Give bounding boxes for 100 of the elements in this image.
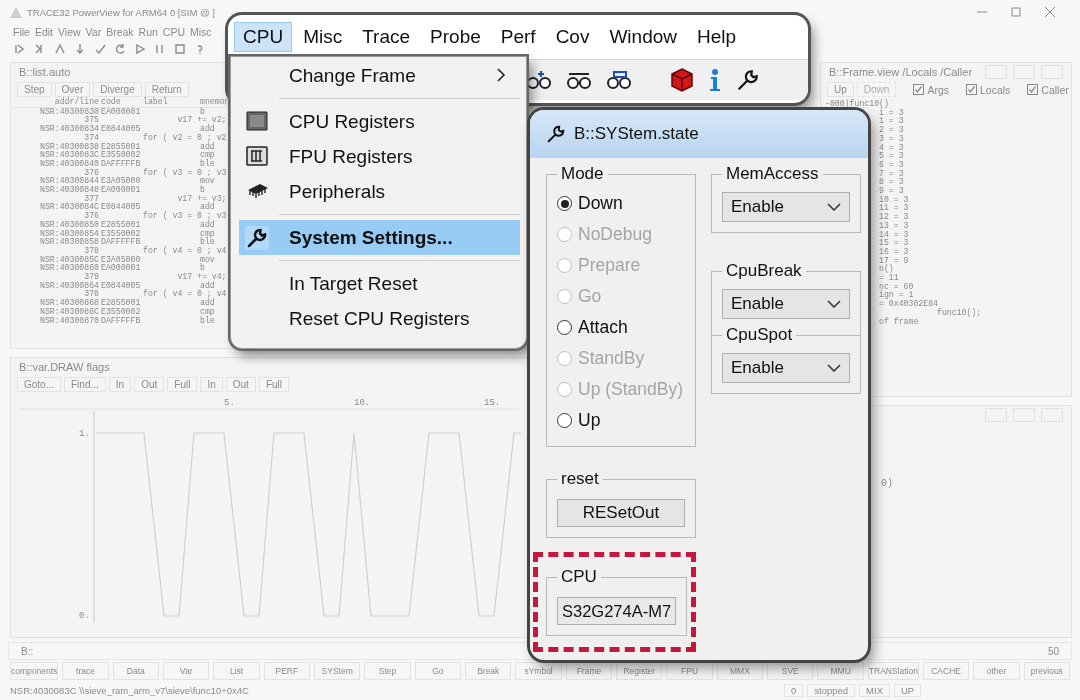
menu-item[interactable]: Window [600,22,686,52]
toolbar-icon[interactable] [94,43,106,55]
menu-item[interactable]: Run [138,26,158,38]
toolbar-icon[interactable] [134,43,146,55]
code-cell-text: E2855001 [101,142,141,151]
menu-item[interactable]: Trace [353,22,420,52]
menu-item[interactable]: System Settings... [239,220,520,255]
toolbar-icon[interactable] [14,43,26,55]
maximize-icon[interactable] [1011,7,1021,17]
toolbar-button[interactable]: Find... [64,377,106,392]
softkey[interactable]: TRANSlation [867,662,919,680]
radio-circle[interactable] [557,320,572,335]
toolbar-button[interactable]: Out [134,377,165,392]
frame-line: n() [879,265,894,274]
menu-item[interactable]: Break [106,26,134,38]
menu-item[interactable]: Cov [546,22,599,52]
toolbar-button[interactable]: Return [144,82,189,97]
window-title: B::list.auto [19,66,71,78]
code-cell-text: E3A05000 [101,255,141,264]
checkbox[interactable] [965,84,977,95]
softkey[interactable]: Data [112,662,159,680]
info-icon[interactable] [708,68,722,92]
menu-item[interactable]: In Target Reset [239,266,520,301]
dropdown[interactable]: Enable [722,289,850,319]
toolbar-icon[interactable] [114,43,126,55]
dropdown[interactable]: Enable [722,192,850,222]
menu-item[interactable]: Reset CPU Registers [239,301,520,336]
softkey[interactable]: List [213,662,260,680]
glasses-icon[interactable] [606,69,632,91]
menu-item[interactable]: Misc [190,26,212,38]
toolbar-button[interactable]: In [200,377,223,392]
toolbar-icon[interactable] [54,43,66,55]
menu-item[interactable]: Help [688,22,746,52]
menu-item[interactable]: CPU [162,26,186,38]
menu-item[interactable]: File [13,26,30,38]
radio-option[interactable]: Up [557,405,685,436]
command-prompt[interactable]: B:: [21,645,34,657]
softkey[interactable]: Step [364,662,411,680]
wrench-icon [245,226,269,250]
radio-circle[interactable] [557,196,572,211]
softkey[interactable]: PERF [263,662,311,680]
source-line: for ( v3 = 0 ; v3 [143,212,228,221]
cpu-field[interactable]: S32G274A-M7 [557,597,677,625]
checkbox[interactable] [913,84,925,95]
mnemonic-cell-text: mov [200,255,216,264]
softkey[interactable]: MMU [817,662,864,680]
menu-item[interactable]: Misc [294,22,352,52]
reset-button[interactable]: RESetOut [557,499,685,527]
menu-item[interactable]: Probe [421,22,490,52]
toolbar-icon[interactable] [174,43,186,55]
softkey[interactable]: Var [163,662,210,680]
close-icon[interactable] [1045,7,1055,17]
toolbar-button[interactable]: Out [225,377,256,392]
softkey[interactable]: trace [62,662,109,680]
toolbar-button[interactable]: Diverge [93,82,142,97]
mnemonic-cell-text: ble [200,238,216,247]
softkey[interactable]: CACHE [922,662,970,680]
line-number: 377 [83,194,99,203]
toolbar-button[interactable]: Full [167,377,198,392]
softkey[interactable]: Go [414,662,462,680]
line-number: 376 [83,168,99,177]
menu-item[interactable]: FPU Registers [239,139,520,174]
softkey[interactable]: components [10,662,59,680]
cube-icon[interactable] [670,68,694,92]
frame-line: 8 = 3 [879,178,904,187]
dropdown[interactable]: Enable [722,353,850,383]
menu-item[interactable]: CPU [234,22,293,52]
menu-item[interactable]: CPU Registers [239,104,520,139]
menu-item[interactable]: Perf [491,22,545,52]
menu-item[interactable]: Edit [34,26,53,38]
code-cell: DAFFFFFB [101,238,141,247]
menu-item[interactable]: Var [85,26,102,38]
toolbar-button[interactable]: In [108,377,132,392]
menu-item[interactable]: Peripherals [239,174,520,209]
toolbar-button[interactable]: Goto... [17,377,61,392]
toolbar-icon[interactable] [74,43,86,55]
toolbar-icon[interactable] [154,43,166,55]
radio-option[interactable]: Down [557,188,685,219]
source-line: for ( v2 = 0 ; v2 [143,133,228,143]
checkbox[interactable] [1027,84,1039,95]
softkey[interactable]: Break [465,662,512,680]
code-cell: E2855001 [101,220,141,230]
chip-icon [245,110,269,132]
toolbar-button[interactable]: Up [827,82,854,97]
status-field: 0 [784,683,804,697]
radio-circle[interactable] [557,413,572,428]
wrench-icon[interactable] [736,68,760,92]
code-cell-text: E3A05000 [101,177,141,186]
softkey[interactable]: SYStem [314,662,361,680]
group-label: reset [560,469,600,489]
softkey[interactable]: sYmbol [515,662,562,680]
softkey[interactable]: other [973,662,1020,680]
toolbar-button[interactable]: Full [258,377,289,392]
toolbar-button[interactable]: Step [17,82,52,97]
radio-option[interactable]: Attach [557,312,685,343]
menu-item[interactable]: View [58,26,81,38]
glasses-icon[interactable] [526,69,552,91]
group-label: CpuSpot [725,325,794,345]
softkey[interactable]: previous [1023,662,1070,680]
toolbar-button[interactable]: Over [54,82,91,97]
